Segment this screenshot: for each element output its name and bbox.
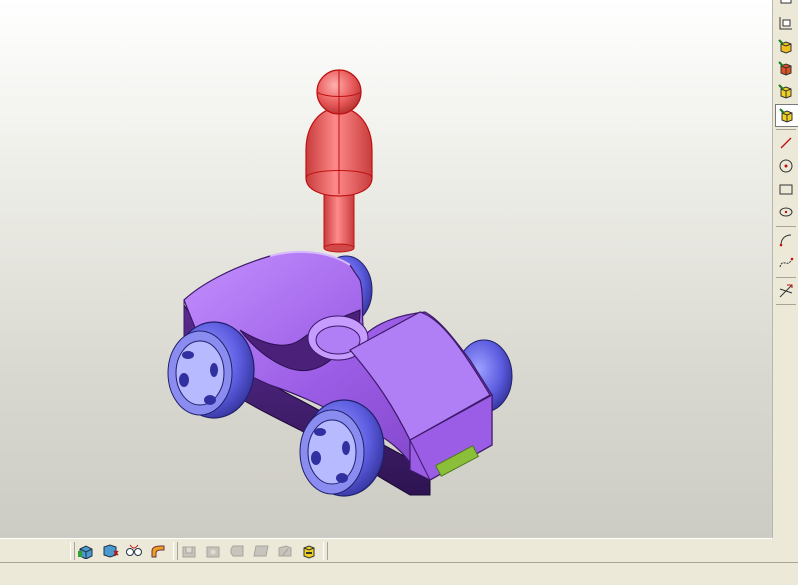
right-toolbar xyxy=(772,0,798,538)
view-cube-front-icon[interactable] xyxy=(775,58,797,79)
view-cube-right-icon[interactable] xyxy=(775,81,797,102)
chamfer-icon xyxy=(226,541,248,561)
trim-icon[interactable] xyxy=(775,280,797,301)
sketch-plane-icon[interactable] xyxy=(775,12,797,33)
spline-icon[interactable] xyxy=(775,252,797,273)
wheel-rear-left xyxy=(167,321,255,419)
revolve-icon[interactable] xyxy=(99,541,121,561)
draft-icon xyxy=(250,541,272,561)
features-toolbar xyxy=(0,538,772,563)
toolbar-corner xyxy=(772,538,798,562)
3d-viewport[interactable] xyxy=(0,0,772,538)
status-bar xyxy=(0,562,798,585)
line-icon[interactable] xyxy=(775,132,797,153)
ellipse-icon[interactable] xyxy=(775,201,797,222)
car-model[interactable] xyxy=(167,250,513,497)
arc-icon[interactable] xyxy=(775,229,797,250)
circle-icon[interactable] xyxy=(775,155,797,176)
sweep-icon[interactable] xyxy=(147,541,169,561)
model-canvas[interactable] xyxy=(0,0,772,538)
partial-icon[interactable] xyxy=(775,0,797,9)
rectangle-icon[interactable] xyxy=(775,178,797,199)
fillet-icon xyxy=(202,541,224,561)
peg-stem xyxy=(323,191,355,249)
view-cube-top-icon[interactable] xyxy=(775,36,797,57)
view-cube-iso-icon[interactable] xyxy=(775,104,798,127)
shell-icon xyxy=(178,541,200,561)
loft-icon[interactable] xyxy=(123,541,145,561)
peg-figure[interactable] xyxy=(305,69,373,253)
rib-icon xyxy=(274,541,296,561)
extrude-icon[interactable] xyxy=(75,541,97,561)
hole-icon[interactable] xyxy=(298,541,320,561)
